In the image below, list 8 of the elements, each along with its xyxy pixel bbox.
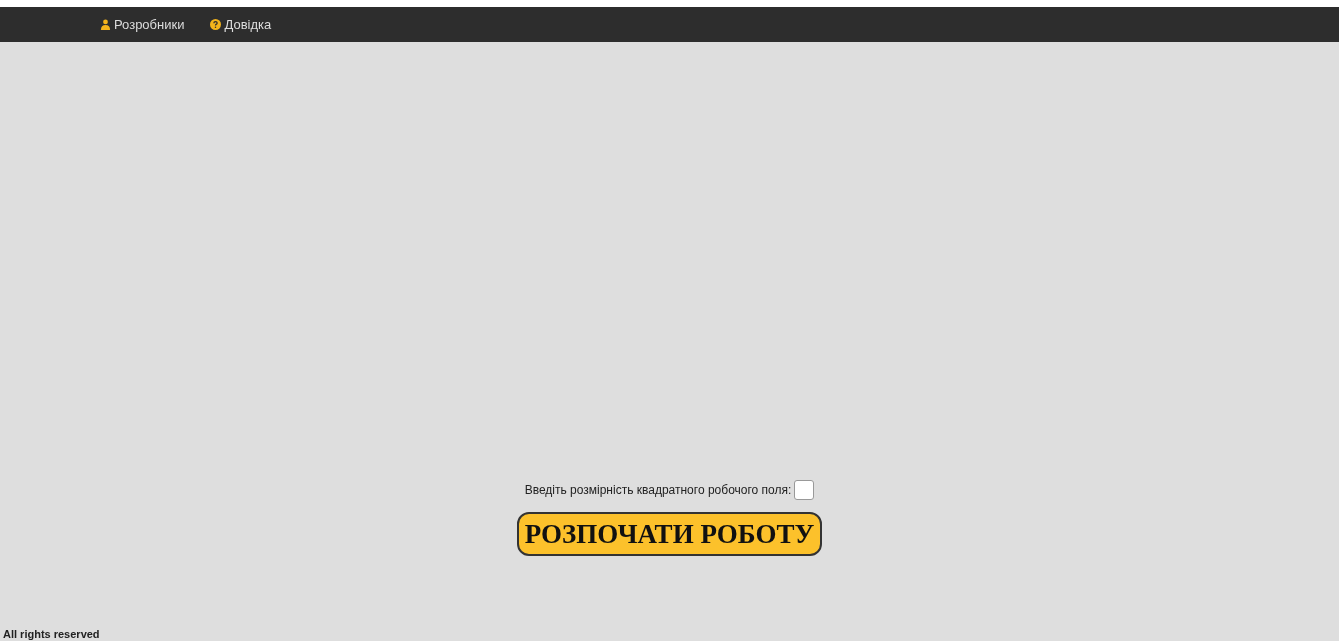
help-icon (210, 19, 222, 30)
nav-link[interactable]: Розробники (100, 17, 185, 32)
field-label: Введіть розмірність квадратного робочого поля: (524, 483, 792, 497)
input-field[interactable] (794, 480, 815, 500)
footer-text: All rights reserved (0, 628, 1339, 641)
start-button[interactable]: РОЗПОЧАТИ РОБОТУ (516, 512, 823, 556)
person-icon (100, 19, 111, 30)
nav-link[interactable]: Довідка (210, 17, 272, 32)
